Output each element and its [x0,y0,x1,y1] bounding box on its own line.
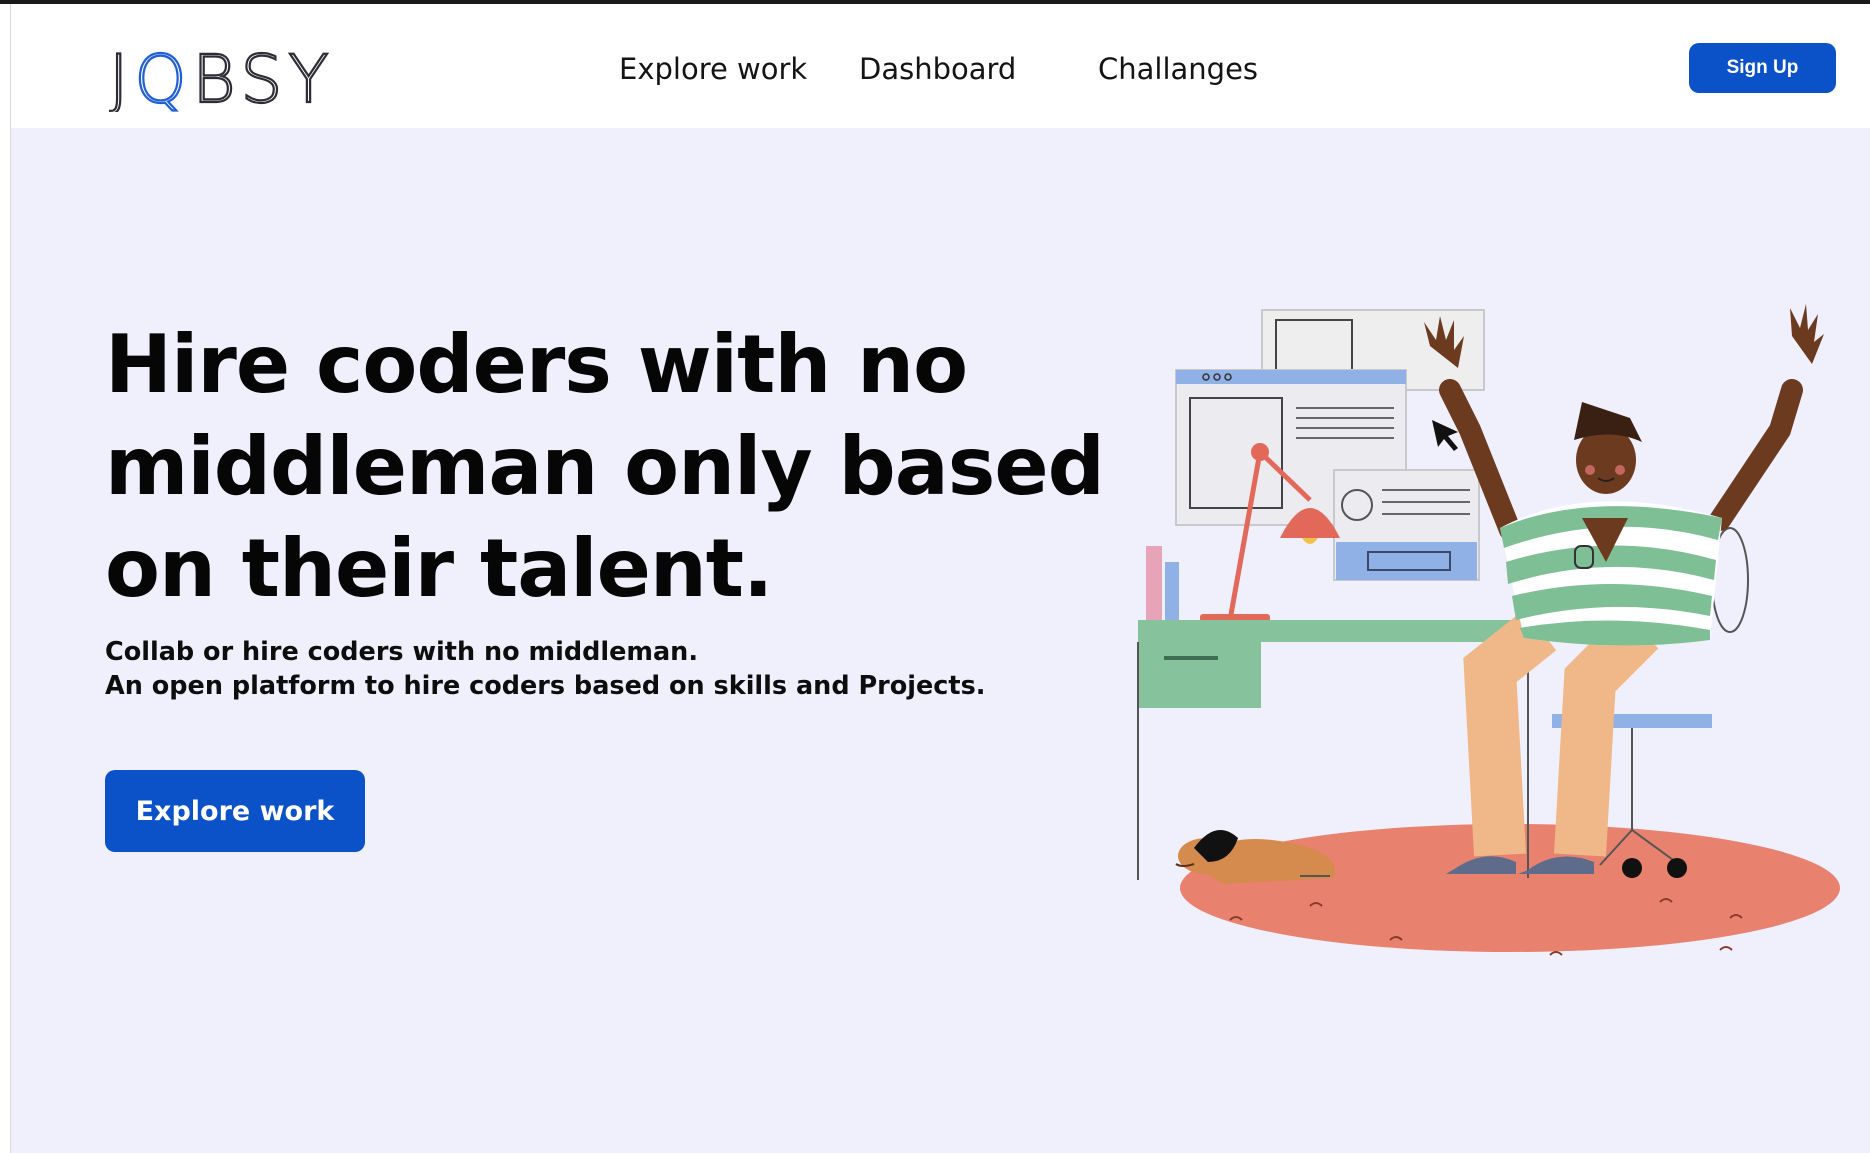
hero-subtext-line-2: An open platform to hire coders based on… [105,671,986,701]
book [1146,546,1162,620]
nav-dashboard[interactable]: Dashboard [859,52,1016,86]
hero-headline: Hire coders with no middleman only based… [105,318,1105,615]
jqbsy-logo[interactable]: JQBSY [109,40,359,112]
sign-up-button[interactable]: Sign Up [1689,43,1836,93]
cursor-arrow-icon [1432,420,1458,451]
explore-work-button[interactable]: Explore work [105,770,365,852]
site-header: JQBSY Explore work Dashboard Challanges … [11,4,1870,128]
logo-text: JQBSY [109,41,335,112]
hero-subtext: Collab or hire coders with no middleman.… [105,635,1005,703]
nav-explore-work[interactable]: Explore work [619,52,807,86]
hero-illustration [1137,304,1840,956]
hero-subtext-line-1: Collab or hire coders with no middleman. [105,637,699,667]
nav-challanges[interactable]: Challanges [1098,52,1258,86]
book [1165,562,1179,620]
